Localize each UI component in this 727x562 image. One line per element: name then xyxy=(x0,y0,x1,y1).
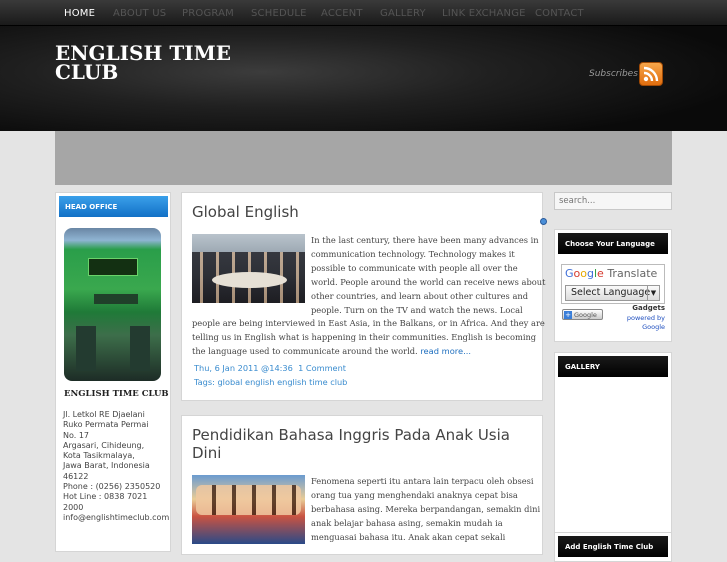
add-gadget-button[interactable]: + Google xyxy=(562,309,603,320)
top-navigation: HOME ABOUT US PROGRAM SCHEDULE ACCENT GA… xyxy=(0,0,727,26)
nav-home[interactable]: HOME xyxy=(64,8,95,19)
address-line: No. 17 xyxy=(63,430,90,440)
excerpt-line: orang tua yang menghendaki anaknya cepat… xyxy=(311,489,518,500)
nav-gallery[interactable]: GALLERY xyxy=(380,8,426,19)
chevron-down-icon: ▼ xyxy=(647,286,659,300)
excerpt-line: In the last century, there have been man… xyxy=(311,235,539,245)
site-title[interactable]: ENGLISH TIME CLUB xyxy=(55,43,275,84)
address-line: Phone : (0256) 2350520 xyxy=(63,482,161,492)
comments-link[interactable]: 1 Comment xyxy=(298,363,346,373)
post-thumbnail[interactable] xyxy=(192,475,305,544)
nav-program[interactable]: PROGRAM xyxy=(182,8,234,19)
address-line: Jawa Barat, Indonesia xyxy=(63,461,150,471)
post-date[interactable]: Thu, 6 Jan 2011 @14:36 xyxy=(194,363,293,373)
gadget-button-label: Google xyxy=(574,311,597,319)
excerpt-last-line: the language used to communicate around … xyxy=(192,345,418,356)
powered-by-label: powered by xyxy=(626,314,665,322)
plus-icon: + xyxy=(564,311,572,319)
office-address: Jl. Letkol RE Djaelani Ruko Permata Perm… xyxy=(63,410,175,523)
language-select-value: Select Language xyxy=(571,287,651,298)
excerpt-line: anak belajar bahasa asing, semakin mudah… xyxy=(311,517,503,528)
language-select[interactable]: Select Language ▼ xyxy=(565,285,660,301)
post-global-english: Global English In the last century, ther… xyxy=(181,192,545,401)
excerpt-line: berbahasa asing. Mereka berpandangan, se… xyxy=(311,503,541,514)
address-line: Hot Line : 0838 7021 xyxy=(63,492,148,502)
gallery-widget: GALLERY xyxy=(554,352,672,538)
address-line: Argasari, Cihideung, xyxy=(63,440,145,450)
gadgets-link[interactable]: Gadgets xyxy=(632,304,665,312)
excerpt-line: telling us in English what is happening … xyxy=(192,331,537,342)
post-pendidikan: Pendidikan Bahasa Inggris Pada Anak Usia… xyxy=(181,415,543,555)
address-line: 46122 xyxy=(63,471,89,481)
banner xyxy=(55,131,672,185)
excerpt-line: people. Turn on the TV and watch the new… xyxy=(311,304,523,315)
post-title[interactable]: Pendidikan Bahasa Inggris Pada Anak Usia… xyxy=(192,426,510,462)
post-excerpt-beside: In the last century, there have been man… xyxy=(311,234,545,317)
nav-accent[interactable]: ACCENT xyxy=(321,8,363,19)
site-title-line2: CLUB xyxy=(55,60,119,84)
nav-schedule[interactable]: SCHEDULE xyxy=(251,8,307,19)
post-excerpt-full: people are being interviewed in East Asi… xyxy=(192,317,545,359)
address-line: Ruko Permata Permai xyxy=(63,420,149,430)
excerpt-line: world. People around the world can recei… xyxy=(311,276,546,287)
post-excerpt-beside: Fenomena seperti itu antara lain terpacu… xyxy=(311,475,540,545)
excerpt-line: communication technology. Technology mak… xyxy=(311,248,515,259)
google-translate-logo: Google Translate xyxy=(565,267,658,280)
excerpt-line: the language used to communicate around … xyxy=(192,345,545,359)
search-icon[interactable] xyxy=(540,218,547,225)
nav-about-us[interactable]: ABOUT US xyxy=(113,8,166,19)
translate-label: Translate xyxy=(607,267,658,280)
excerpt-line: people are being interviewed in East Asi… xyxy=(192,318,545,328)
excerpt-line: Fenomena seperti itu antara lain terpacu… xyxy=(311,476,534,486)
office-photo xyxy=(64,228,161,381)
address-line: Kota Tasikmalaya, xyxy=(63,451,135,461)
gallery-heading: GALLERY xyxy=(558,356,668,377)
powered-google-label: Google xyxy=(642,323,665,331)
language-widget: Choose Your Language Google Translate Se… xyxy=(554,229,672,342)
post-title-line2: Dini xyxy=(192,444,222,462)
head-office-heading: HEAD OFFICE xyxy=(59,196,168,217)
rss-icon[interactable] xyxy=(639,62,663,86)
site-header: HOME ABOUT US PROGRAM SCHEDULE ACCENT GA… xyxy=(0,0,727,131)
powered-by-google[interactable]: powered by Google xyxy=(627,314,665,332)
address-line: Jl. Letkol RE Djaelani xyxy=(63,410,145,419)
address-line: 2000 xyxy=(63,502,84,512)
nav-link-exchange[interactable]: LINK EXCHANGE xyxy=(442,8,526,19)
subscribe-label: Subscribes xyxy=(589,69,638,79)
excerpt-line: menguasai bahasa itu. Anak akan cepat se… xyxy=(311,531,506,542)
post-thumbnail[interactable] xyxy=(192,234,305,303)
google-translate-box: Google Translate Select Language ▼ xyxy=(561,264,665,304)
excerpt-line: other countries, and learn about other c… xyxy=(311,290,529,301)
add-widget: Add English Time Club xyxy=(554,532,672,562)
read-more-link[interactable]: read more... xyxy=(420,346,471,356)
office-name: ENGLISH TIME CLUB xyxy=(64,389,169,399)
head-office-widget: HEAD OFFICE ENGLISH TIME CLUB Jl. Letkol… xyxy=(55,192,171,552)
post-title-line1: Pendidikan Bahasa Inggris Pada Anak Usia xyxy=(192,426,510,444)
nav-contact[interactable]: CONTACT xyxy=(535,8,584,19)
post-meta: Thu, 6 Jan 2011 @14:36 1 Comment xyxy=(194,363,346,373)
post-title[interactable]: Global English xyxy=(192,203,299,221)
add-heading: Add English Time Club xyxy=(558,536,668,557)
search-input[interactable] xyxy=(554,192,672,210)
post-tags[interactable]: Tags: global english english time club xyxy=(194,377,347,387)
excerpt-line: possible to communicate with people all … xyxy=(311,262,518,273)
email-link[interactable]: info@englishtimeclub.com xyxy=(63,513,175,523)
language-heading: Choose Your Language xyxy=(558,233,668,254)
